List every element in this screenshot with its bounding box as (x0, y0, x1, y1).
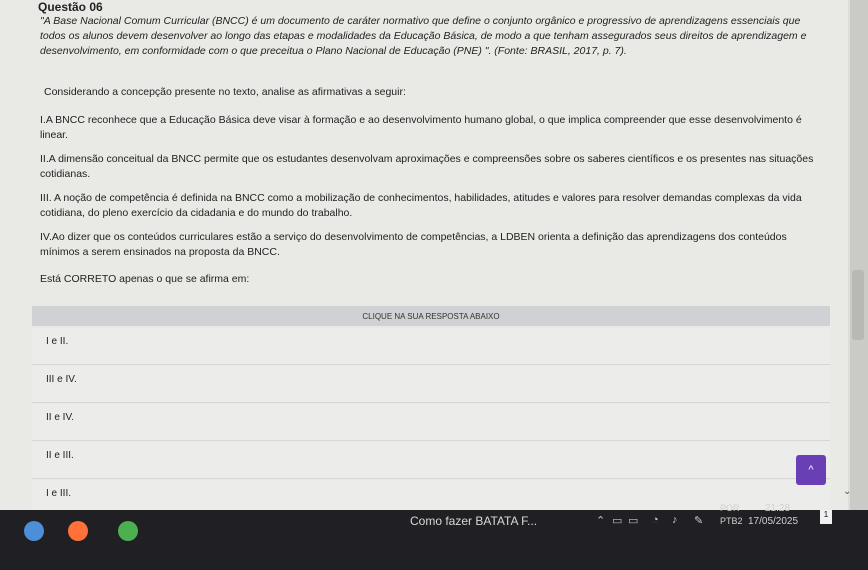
battery-icon[interactable]: ▭ (628, 514, 638, 527)
intro-text: Considerando a concepção presente no tex… (44, 86, 406, 98)
question-title: Questão 06 (38, 0, 103, 14)
quote-text: "A Base Nacional Comum Curricular (BNCC)… (40, 15, 807, 57)
affirmation-3: III. A noção de competência é definida n… (40, 192, 802, 219)
volume-icon[interactable]: ♪ (672, 514, 678, 526)
collapse-icon[interactable]: ⌄ (843, 486, 851, 497)
question-page: Questão 06 "A Base Nacional Comum Curric… (0, 0, 848, 511)
option-label: I e II. (46, 336, 69, 347)
app-icon[interactable] (24, 521, 44, 541)
language-indicator[interactable]: POR (720, 503, 740, 513)
browser-icon[interactable] (68, 521, 88, 541)
option-4[interactable]: II e III. (32, 442, 830, 479)
answer-header: CLIQUE NA SUA RESPOSTA ABAIXO (32, 306, 830, 326)
clock-date[interactable]: 17/05/2025 (748, 516, 798, 527)
option-label: II e IV. (46, 412, 74, 423)
notification-icon[interactable]: 1 (820, 510, 832, 524)
scrollbar[interactable] (850, 0, 868, 510)
affirmation-4: IV.Ao dizer que os conteúdos curriculare… (40, 231, 787, 258)
option-1[interactable]: I e II. (32, 328, 830, 365)
affirmation-1: I.A BNCC reconhece que a Educação Básica… (40, 114, 802, 141)
option-label: I e III. (46, 488, 72, 499)
option-label: III e IV. (46, 374, 77, 385)
clock-time[interactable]: 21:28 (765, 503, 790, 514)
media-title[interactable]: Como fazer BATATA F... (410, 514, 537, 528)
display-icon[interactable]: ▭ (612, 514, 622, 527)
option-2[interactable]: III e IV. (32, 366, 830, 403)
pen-icon[interactable]: ✎ (694, 514, 703, 527)
question-prompt: Está CORRETO apenas o que se afirma em: (40, 273, 250, 285)
keyboard-layout[interactable]: PTB2 (720, 516, 743, 526)
option-5[interactable]: I e III. (32, 480, 830, 511)
chevron-up-icon[interactable]: ⌃ (596, 514, 605, 527)
affirmation-2: II.A dimensão conceitual da BNCC permite… (40, 153, 814, 180)
option-3[interactable]: II e IV. (32, 404, 830, 441)
scrollbar-thumb[interactable] (852, 270, 864, 340)
scroll-to-top-button[interactable]: ^ (796, 455, 826, 485)
option-label: II e III. (46, 450, 74, 461)
app-icon-2[interactable] (118, 521, 138, 541)
wifi-icon[interactable]: ◔ (652, 514, 659, 526)
